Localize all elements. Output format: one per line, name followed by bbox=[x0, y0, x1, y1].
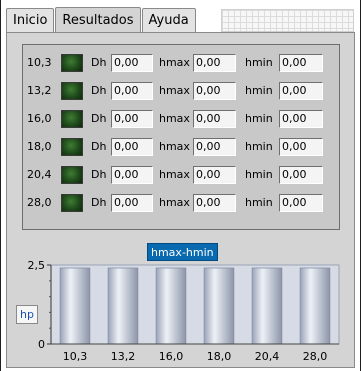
bar-track bbox=[155, 267, 187, 345]
bar-track bbox=[299, 267, 331, 345]
x-tick-label: 28,0 bbox=[303, 350, 328, 363]
y-tick-label: 2,5 bbox=[28, 259, 46, 272]
results-page: 10,3 Dh 0,00 hmax 0,00 hmin 0,00 13,2 Dh… bbox=[6, 32, 355, 368]
tab-ayuda[interactable]: Ayuda bbox=[141, 8, 196, 32]
bar-track bbox=[59, 267, 91, 345]
x-tick-label: 16,0 bbox=[159, 350, 184, 363]
bar-track bbox=[107, 267, 139, 345]
x-tick-label: 18,0 bbox=[207, 350, 232, 363]
hmax-hmin-chart: 0 2,5 10,3 13,2 16,0 18,0 20,4 28,0 bbox=[28, 259, 340, 363]
tab-inicio[interactable]: Inicio bbox=[6, 8, 55, 32]
bar-track bbox=[251, 267, 283, 345]
plot-area bbox=[50, 264, 340, 345]
x-tick-label: 20,4 bbox=[255, 350, 280, 363]
bar-track bbox=[203, 267, 235, 345]
x-tick-label: 13,2 bbox=[111, 350, 136, 363]
y-tick-label: 0 bbox=[38, 338, 45, 351]
tab-strip-background bbox=[221, 9, 354, 32]
x-tick-label: 10,3 bbox=[63, 350, 88, 363]
tab-resultados[interactable]: Resultados bbox=[55, 7, 141, 33]
tab-strip: Inicio Resultados Ayuda bbox=[6, 7, 197, 33]
